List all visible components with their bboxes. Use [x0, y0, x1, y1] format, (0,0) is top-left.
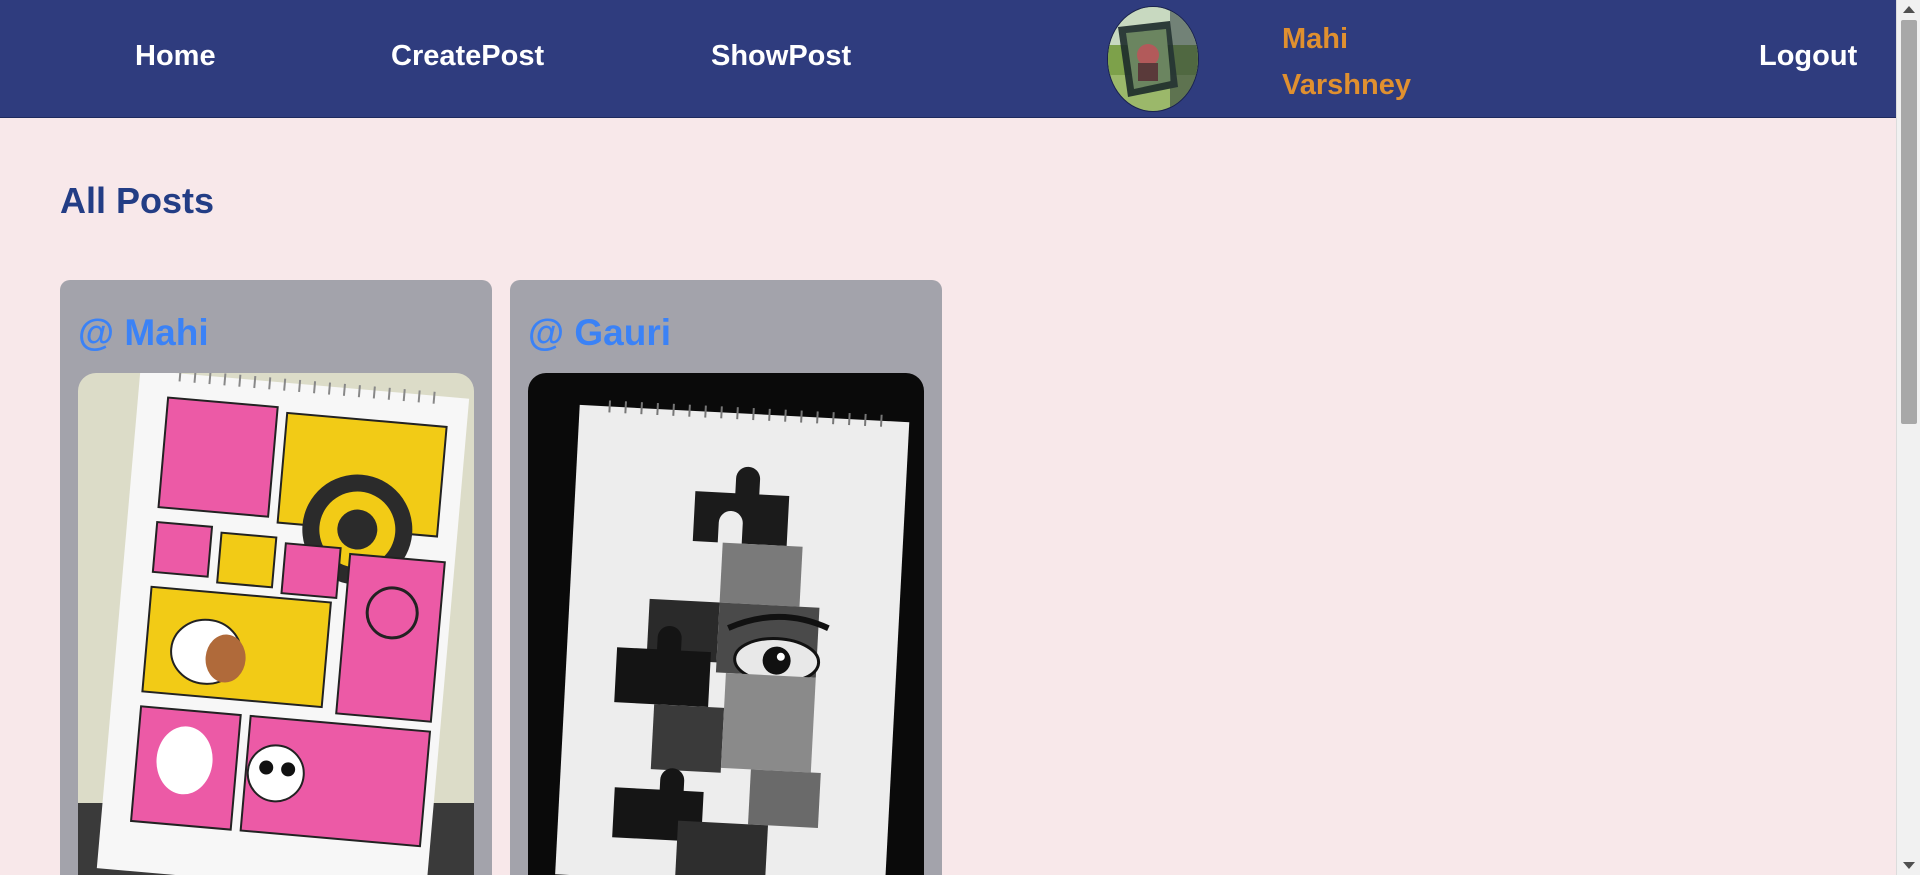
navbar: Home CreatePost ShowPost Mahi Varshney L… [0, 0, 1896, 118]
post-author[interactable]: @ Mahi [78, 312, 209, 354]
post-card[interactable]: @ Gauri [510, 280, 942, 875]
user-last-name: Varshney [1282, 69, 1411, 101]
post-author[interactable]: @ Gauri [528, 312, 671, 354]
nav-show-post-link[interactable]: ShowPost [711, 40, 851, 73]
scroll-down-arrow-icon[interactable] [1903, 862, 1915, 869]
post-card[interactable]: @ Mahi [60, 280, 492, 875]
vertical-scrollbar[interactable] [1896, 0, 1920, 875]
post-image[interactable] [528, 373, 924, 875]
user-name: Mahi Varshney [1282, 16, 1452, 108]
logout-link[interactable]: Logout [1759, 40, 1857, 73]
scrollbar-thumb[interactable] [1901, 20, 1917, 424]
scroll-up-arrow-icon[interactable] [1903, 6, 1915, 13]
nav-home-link[interactable]: Home [135, 40, 216, 73]
post-image[interactable] [78, 373, 474, 875]
page-title: All Posts [60, 180, 215, 221]
avatar[interactable] [1107, 6, 1199, 112]
user-first-name: Mahi [1282, 23, 1349, 55]
nav-create-post-link[interactable]: CreatePost [391, 40, 544, 73]
